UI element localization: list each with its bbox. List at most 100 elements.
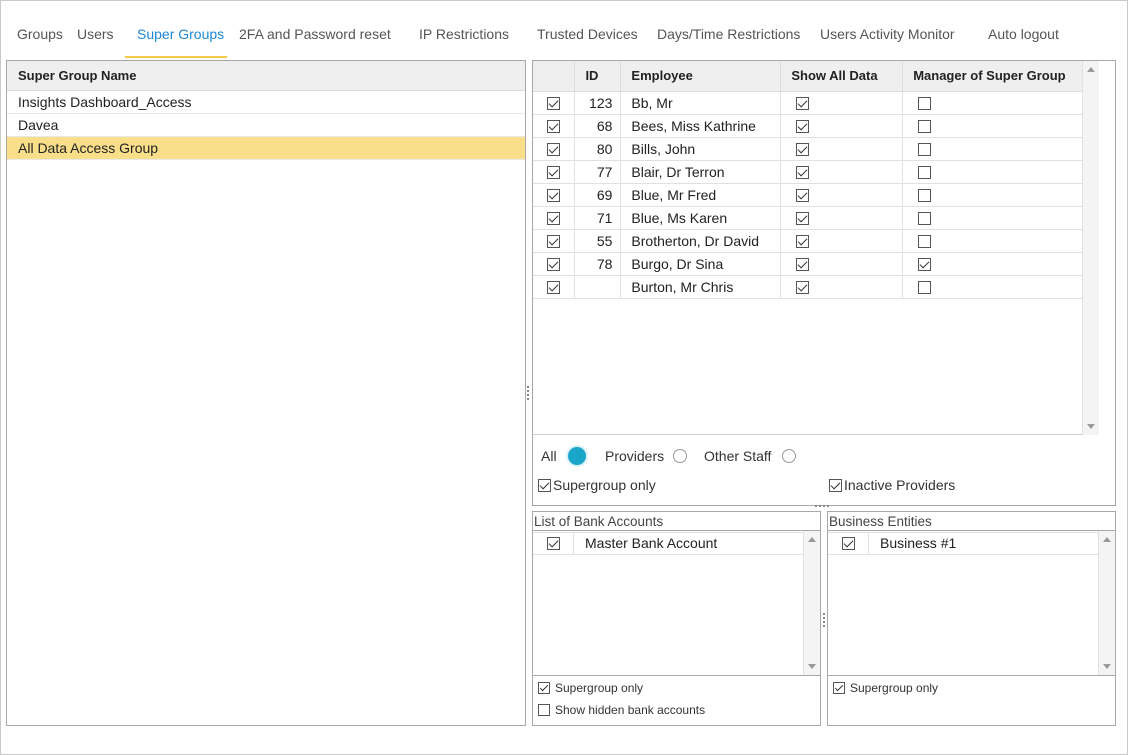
tab-users[interactable]: Users <box>77 8 114 58</box>
filter-other-staff-radio[interactable] <box>782 449 796 463</box>
business-entities-list: Business #1 <box>827 530 1116 676</box>
tab-users-activity-monitor[interactable]: Users Activity Monitor <box>820 8 955 58</box>
super-group-name-header[interactable]: Super Group Name <box>7 61 525 91</box>
manager-of-super-group-checkbox[interactable] <box>918 212 932 226</box>
employee-id: 55 <box>574 229 622 253</box>
manager-of-super-group-checkbox[interactable] <box>918 235 932 249</box>
employee-column-header[interactable]: Employee <box>620 61 782 92</box>
employee-grid-scrollbar[interactable] <box>1082 61 1099 435</box>
checkbox-icon[interactable] <box>538 682 550 694</box>
show-all-data-checkbox[interactable] <box>796 281 810 295</box>
tab-auto-logout[interactable]: Auto logout <box>988 8 1059 58</box>
show-all-data-checkbox[interactable] <box>796 212 810 226</box>
tab-2fa-password-reset[interactable]: 2FA and Password reset <box>239 8 391 58</box>
tab-groups[interactable]: Groups <box>17 8 63 58</box>
show-all-data-checkbox[interactable] <box>796 143 810 157</box>
show-hidden-bank-accounts-checkbox[interactable]: Show hidden bank accounts <box>538 703 705 717</box>
table-row[interactable]: 71 Blue, Ms Karen <box>533 206 1098 230</box>
row-select-checkbox[interactable] <box>547 166 561 180</box>
business-supergroup-only-checkbox[interactable]: Supergroup only <box>833 681 938 695</box>
vertical-splitter-handle-bottom[interactable] <box>823 612 826 628</box>
show-all-data-checkbox[interactable] <box>796 189 810 203</box>
row-select-cell <box>533 206 576 230</box>
business-entity-checkbox[interactable] <box>841 537 855 550</box>
business-entities-scrollbar[interactable] <box>1098 531 1115 675</box>
show-all-data-column-header[interactable]: Show All Data <box>780 61 904 92</box>
tab-bar: Groups Users Super Groups 2FA and Passwo… <box>0 8 1128 58</box>
checkbox-icon[interactable] <box>538 704 550 716</box>
row-select-checkbox[interactable] <box>547 97 561 111</box>
scroll-up-arrow-icon[interactable] <box>1103 537 1111 542</box>
scroll-up-arrow-icon[interactable] <box>808 537 816 542</box>
employee-name: Burgo, Dr Sina <box>620 252 782 276</box>
employee-panel: ID Employee Show All Data Manager of Sup… <box>532 60 1116 506</box>
table-row[interactable]: 80 Bills, John <box>533 137 1098 161</box>
manager-of-super-group-checkbox[interactable] <box>918 166 932 180</box>
show-all-data-cell <box>780 114 904 138</box>
select-column-header[interactable] <box>533 61 576 92</box>
super-group-row-selected[interactable]: All Data Access Group <box>7 137 525 160</box>
super-group-row[interactable]: Davea <box>7 114 525 137</box>
show-all-data-checkbox[interactable] <box>796 166 810 180</box>
table-row[interactable]: 69 Blue, Mr Fred <box>533 183 1098 207</box>
bank-supergroup-only-checkbox[interactable]: Supergroup only <box>538 681 643 695</box>
inactive-providers-checkbox[interactable]: Inactive Providers <box>829 477 955 493</box>
tab-trusted-devices[interactable]: Trusted Devices <box>537 8 638 58</box>
row-select-cell <box>533 252 576 276</box>
scroll-up-arrow-icon[interactable] <box>1087 67 1095 72</box>
show-all-data-checkbox[interactable] <box>796 120 810 134</box>
show-hidden-bank-accounts-label: Show hidden bank accounts <box>555 703 706 717</box>
bank-account-checkbox[interactable] <box>546 537 560 550</box>
show-all-data-checkbox[interactable] <box>796 235 810 249</box>
manager-of-super-group-checkbox[interactable] <box>918 97 932 111</box>
tab-ip-restrictions[interactable]: IP Restrictions <box>419 8 509 58</box>
manager-of-super-group-checkbox[interactable] <box>918 189 932 203</box>
horizontal-splitter-handle[interactable] <box>815 505 833 509</box>
table-row[interactable]: 78 Burgo, Dr Sina <box>533 252 1098 276</box>
manager-column-header[interactable]: Manager of Super Group <box>902 61 1098 92</box>
list-item[interactable]: Business #1 <box>828 532 1098 555</box>
row-select-checkbox[interactable] <box>547 258 561 272</box>
bank-account-name: Master Bank Account <box>585 535 718 551</box>
manager-of-super-group-checkbox[interactable] <box>918 281 932 295</box>
manager-of-super-group-checkbox[interactable] <box>918 143 932 157</box>
table-row[interactable]: 77 Blair, Dr Terron <box>533 160 1098 184</box>
id-column-header[interactable]: ID <box>574 61 622 92</box>
table-row[interactable]: Burton, Mr Chris <box>533 275 1098 299</box>
row-select-checkbox[interactable] <box>547 189 561 203</box>
manager-of-super-group-checkbox[interactable] <box>918 258 932 272</box>
checkbox-icon[interactable] <box>829 478 842 492</box>
tab-days-time-restrictions[interactable]: Days/Time Restrictions <box>657 8 800 58</box>
row-select-checkbox[interactable] <box>547 235 561 249</box>
employee-name: Brotherton, Dr David <box>620 229 782 253</box>
table-row[interactable]: 68 Bees, Miss Kathrine <box>533 114 1098 138</box>
show-all-data-checkbox[interactable] <box>796 97 810 111</box>
manager-cell <box>902 275 1098 299</box>
filter-all-radio[interactable] <box>568 447 586 465</box>
row-select-checkbox[interactable] <box>547 281 561 295</box>
manager-cell <box>902 114 1098 138</box>
supergroup-only-checkbox[interactable]: Supergroup only <box>538 477 656 493</box>
show-all-data-cell <box>780 206 904 230</box>
checkbox-icon[interactable] <box>833 682 845 694</box>
super-group-row[interactable]: Insights Dashboard_Access <box>7 91 525 114</box>
show-all-data-checkbox[interactable] <box>796 258 810 272</box>
scroll-down-arrow-icon[interactable] <box>1087 424 1095 429</box>
row-select-checkbox[interactable] <box>547 120 561 134</box>
employee-id: 80 <box>574 137 622 161</box>
vertical-splitter-handle[interactable] <box>527 385 530 401</box>
bank-accounts-scrollbar[interactable] <box>803 531 820 675</box>
table-row[interactable]: 55 Brotherton, Dr David <box>533 229 1098 253</box>
scroll-down-arrow-icon[interactable] <box>1103 664 1111 669</box>
scroll-down-arrow-icon[interactable] <box>808 664 816 669</box>
tab-super-groups[interactable]: Super Groups <box>124 8 228 58</box>
manager-of-super-group-checkbox[interactable] <box>918 120 932 134</box>
filter-providers-radio[interactable] <box>673 449 687 463</box>
checkbox-icon[interactable] <box>538 478 551 492</box>
list-item[interactable]: Master Bank Account <box>533 532 803 555</box>
table-row[interactable]: 123 Bb, Mr <box>533 91 1098 115</box>
row-select-cell <box>533 160 576 184</box>
employee-name: Bees, Miss Kathrine <box>620 114 782 138</box>
row-select-checkbox[interactable] <box>547 212 561 226</box>
row-select-checkbox[interactable] <box>547 143 561 157</box>
